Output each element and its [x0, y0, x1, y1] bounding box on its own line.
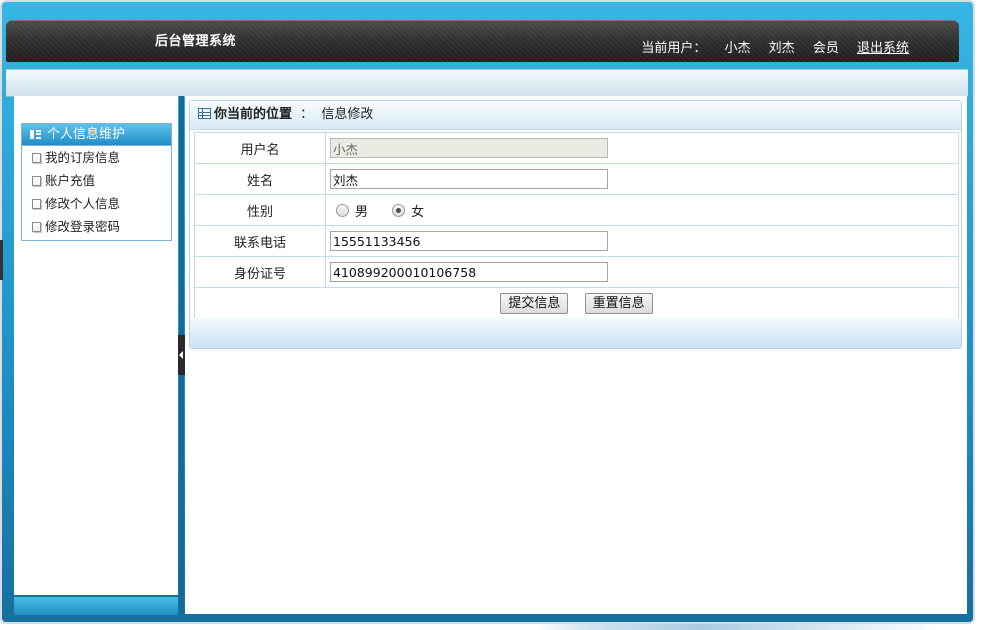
sidebar-item-label: 账户充值	[45, 173, 96, 188]
name-label: 姓名	[194, 163, 326, 195]
sidebar-item-label: 修改登录密码	[45, 219, 121, 234]
reset-button[interactable]: 重置信息	[584, 292, 653, 314]
breadcrumb: 你当前的位置 ： 信息修改	[190, 101, 961, 130]
sidebar-item-my-bookings[interactable]: 我的订房信息	[22, 146, 171, 169]
breadcrumb-current: 信息修改	[321, 107, 374, 122]
sub-toolbar	[6, 69, 968, 97]
document-icon	[32, 222, 41, 232]
document-icon	[32, 199, 41, 209]
gender-label: 性别	[194, 194, 326, 226]
gender-female-label[interactable]: 女	[411, 205, 424, 220]
sidebar: 个人信息维护 我的订房信息 账户充值 修改个人信息 修改登录密码	[14, 96, 178, 595]
submit-button[interactable]: 提交信息	[500, 292, 569, 314]
current-user-label: 当前用户：	[641, 41, 707, 56]
form-row-username: 用户名	[194, 132, 959, 164]
profile-form: 用户名 姓名 性别 男 女 联系电话	[194, 132, 959, 319]
username: 小杰	[724, 41, 751, 56]
app-title: 后台管理系统	[155, 34, 237, 49]
gender-female-radio[interactable]	[392, 203, 406, 217]
form-row-gender: 性别 男 女	[194, 194, 959, 226]
username-label: 用户名	[194, 132, 326, 164]
breadcrumb-label: 你当前的位置	[214, 107, 293, 122]
form-row-id-number: 身份证号	[194, 256, 959, 288]
name-field[interactable]	[330, 169, 608, 189]
phone-field[interactable]	[330, 231, 608, 251]
bottom-strip	[540, 624, 940, 630]
phone-label: 联系电话	[194, 225, 326, 257]
sidebar-item-change-password[interactable]: 修改登录密码	[22, 215, 171, 238]
edit-info-panel: 你当前的位置 ： 信息修改 用户名 姓名 性别 男 女	[189, 100, 962, 349]
breadcrumb-separator: ：	[300, 107, 314, 122]
grid-icon	[30, 130, 41, 139]
sidebar-section-header[interactable]: 个人信息维护	[22, 124, 171, 146]
user-role: 会员	[812, 41, 839, 56]
id-number-field[interactable]	[330, 262, 608, 282]
document-icon	[32, 176, 41, 186]
sidebar-footer	[14, 596, 178, 615]
sidebar-menu: 个人信息维护 我的订房信息 账户充值 修改个人信息 修改登录密码	[21, 123, 172, 241]
user-bar: 当前用户： 小杰 刘杰 会员 退出系统	[627, 37, 909, 56]
logout-link[interactable]: 退出系统	[857, 41, 909, 56]
form-row-actions: 提交信息 重置信息	[194, 287, 959, 319]
gender-male-label[interactable]: 男	[355, 205, 368, 220]
id-number-label: 身份证号	[194, 256, 326, 288]
panel-footer	[190, 318, 961, 348]
sidebar-item-edit-profile[interactable]: 修改个人信息	[22, 192, 171, 215]
window-edge	[0, 240, 3, 280]
form-row-phone: 联系电话	[194, 225, 959, 257]
username-field	[330, 138, 608, 158]
sidebar-item-recharge[interactable]: 账户充值	[22, 169, 171, 192]
main-content: 你当前的位置 ： 信息修改 用户名 姓名 性别 男 女	[185, 96, 967, 614]
real-name: 刘杰	[768, 41, 795, 56]
table-icon	[198, 108, 211, 119]
sidebar-item-label: 我的订房信息	[45, 150, 121, 165]
top-header: 后台管理系统 当前用户： 小杰 刘杰 会员 退出系统	[6, 20, 959, 62]
gender-male-radio[interactable]	[336, 203, 349, 217]
collapse-sidebar-handle[interactable]	[178, 335, 185, 375]
sidebar-item-label: 修改个人信息	[45, 196, 121, 211]
document-icon	[32, 153, 41, 163]
form-row-name: 姓名	[194, 163, 959, 195]
sidebar-section-title: 个人信息维护	[47, 127, 126, 142]
